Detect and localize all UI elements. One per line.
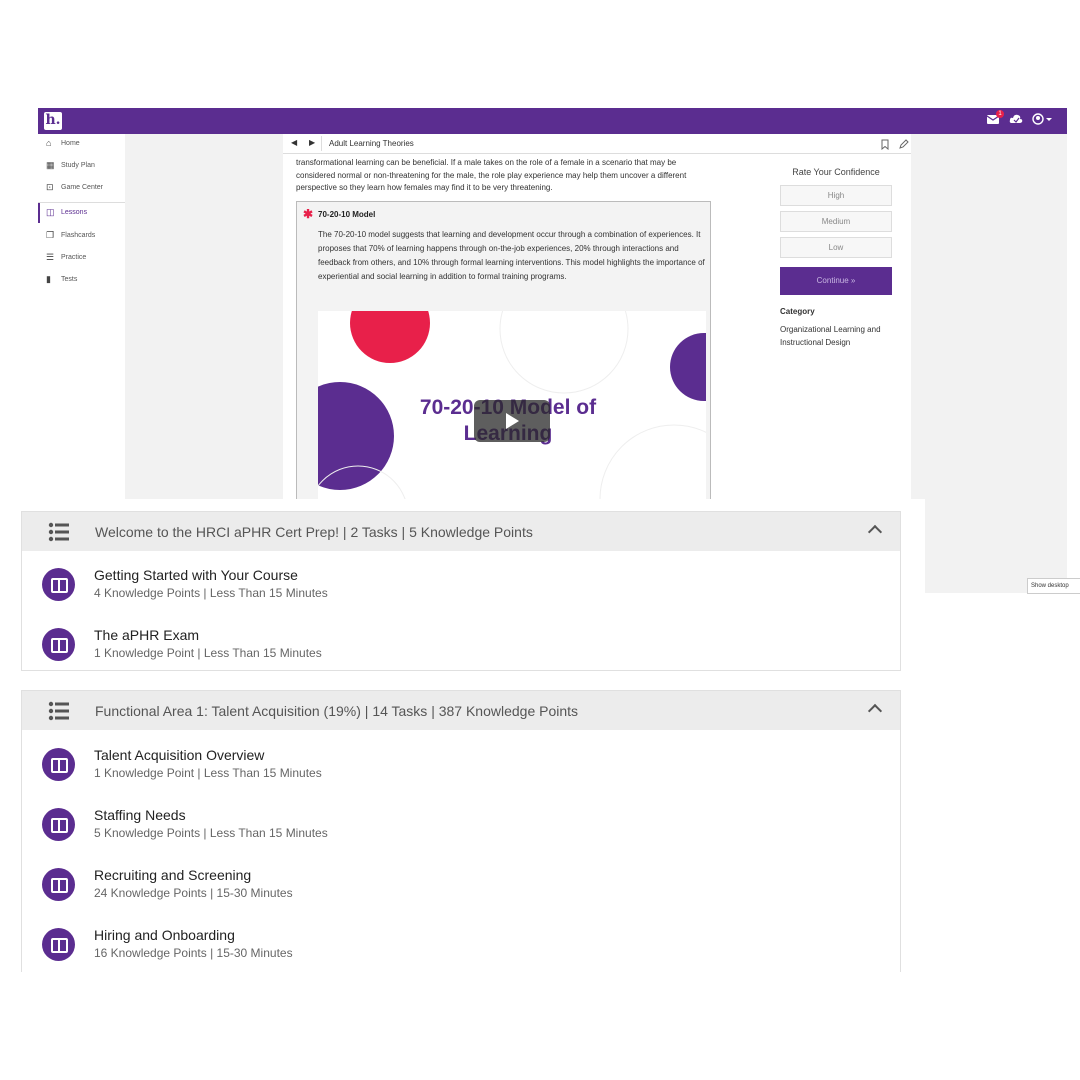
- cloud-sync-icon[interactable]: [1009, 113, 1023, 129]
- continue-button[interactable]: Continue »: [780, 267, 892, 295]
- bookmark-icon[interactable]: [881, 137, 889, 155]
- book-icon: [42, 928, 75, 961]
- flashcards-icon: ❐: [46, 230, 55, 240]
- nav-study-plan[interactable]: ▦ Study Plan: [38, 156, 125, 176]
- confidence-medium-button[interactable]: Medium: [780, 211, 892, 232]
- chevron-up-icon[interactable]: [867, 703, 883, 719]
- calendar-icon: ▦: [46, 160, 55, 170]
- video-player[interactable]: 70-20-10 Model of Learning: [318, 311, 706, 499]
- task-name: Getting Started with Your Course: [94, 567, 298, 583]
- task-name: Hiring and Onboarding: [94, 927, 235, 943]
- task-item[interactable]: Getting Started with Your Course 4 Knowl…: [22, 563, 900, 623]
- task-name: Staffing Needs: [94, 807, 186, 823]
- nav-game-center[interactable]: ⊡ Game Center: [38, 178, 125, 198]
- home-icon: ⌂: [46, 138, 52, 148]
- task-item[interactable]: Recruiting and Screening 24 Knowledge Po…: [22, 863, 900, 923]
- task-meta: 4 Knowledge Points | Less Than 15 Minute…: [94, 586, 328, 600]
- confidence-low-button[interactable]: Low: [780, 237, 892, 258]
- book-icon: [42, 868, 75, 901]
- previous-arrow-icon[interactable]: ◀: [291, 138, 297, 147]
- asterisk-icon: ✱: [303, 207, 314, 221]
- top-bar: h. 1: [38, 108, 1067, 134]
- lesson-paragraph: transformational learning can be benefic…: [296, 158, 687, 192]
- list-icon: [48, 522, 69, 542]
- right-panel-background: [911, 134, 1067, 593]
- play-icon: [506, 413, 519, 429]
- task-meta: 1 Knowledge Point | Less Than 15 Minutes: [94, 646, 322, 660]
- nav-tests[interactable]: ▮ Tests: [38, 270, 125, 290]
- book-icon: [42, 748, 75, 781]
- task-meta: 24 Knowledge Points | 15-30 Minutes: [94, 886, 293, 900]
- next-arrow-icon[interactable]: ▶: [309, 138, 315, 147]
- nav-home[interactable]: ⌂ Home: [38, 134, 125, 154]
- task-name: The aPHR Exam: [94, 627, 200, 643]
- task-name: Talent Acquisition Overview: [94, 747, 265, 763]
- user-account-icon[interactable]: [1032, 113, 1056, 129]
- section-header[interactable]: Welcome to the HRCI aPHR Cert Prep! | 2 …: [22, 512, 900, 551]
- callout-title: 70-20-10 Model: [318, 210, 376, 219]
- confidence-label: Rate Your Confidence: [792, 167, 880, 177]
- practice-icon: ☰: [46, 252, 55, 262]
- notification-badge: 1: [996, 110, 1004, 118]
- section-talent-acquisition: Functional Area 1: Talent Acquisition (1…: [21, 690, 901, 972]
- section-title: Welcome to the HRCI aPHR Cert Prep! | 2 …: [95, 524, 533, 540]
- nav-practice[interactable]: ☰ Practice: [38, 248, 125, 268]
- nav-lessons[interactable]: ◫ Lessons: [38, 203, 127, 223]
- app-logo[interactable]: h.: [44, 112, 62, 130]
- course-outline: Welcome to the HRCI aPHR Cert Prep! | 2 …: [21, 499, 925, 972]
- task-item[interactable]: Talent Acquisition Overview 1 Knowledge …: [22, 743, 900, 803]
- book-icon: [42, 808, 75, 841]
- task-meta: 5 Knowledge Points | Less Than 15 Minute…: [94, 826, 328, 840]
- list-icon: [48, 701, 69, 721]
- side-navigation: ⌂ Home ▦ Study Plan ⊡ Game Center ◫ Less…: [38, 134, 125, 499]
- edit-note-icon[interactable]: [898, 137, 909, 155]
- task-name: Recruiting and Screening: [94, 867, 252, 883]
- lesson-toolbar: ◀ ▶ Adult Learning Theories: [283, 134, 911, 154]
- category-value: Organizational Learning and Instructiona…: [780, 325, 881, 347]
- chevron-up-icon[interactable]: [867, 524, 883, 540]
- book-icon: [42, 568, 75, 601]
- show-desktop-tooltip: Show desktop: [1027, 578, 1080, 594]
- nav-flashcards[interactable]: ❐ Flashcards: [38, 226, 125, 246]
- task-meta: 16 Knowledge Points | 15-30 Minutes: [94, 946, 293, 960]
- task-item[interactable]: Staffing Needs 5 Knowledge Points | Less…: [22, 803, 900, 863]
- book-icon: ◫: [46, 207, 55, 217]
- messages-icon[interactable]: 1: [986, 110, 1004, 129]
- section-welcome: Welcome to the HRCI aPHR Cert Prep! | 2 …: [21, 511, 901, 671]
- category-label: Category: [780, 307, 815, 316]
- task-item[interactable]: Hiring and Onboarding 16 Knowledge Point…: [22, 923, 900, 983]
- task-item[interactable]: The aPHR Exam 1 Knowledge Point | Less T…: [22, 623, 900, 683]
- task-meta: 1 Knowledge Point | Less Than 15 Minutes: [94, 766, 322, 780]
- callout-text: The 70-20-10 model suggests that learnin…: [318, 230, 705, 281]
- toolbar-divider: [321, 136, 322, 151]
- section-header[interactable]: Functional Area 1: Talent Acquisition (1…: [22, 691, 900, 730]
- confidence-high-button[interactable]: High: [780, 185, 892, 206]
- play-button[interactable]: [474, 400, 550, 442]
- lesson-title: Adult Learning Theories: [329, 139, 414, 148]
- section-title: Functional Area 1: Talent Acquisition (1…: [95, 703, 579, 719]
- book-icon: [42, 628, 75, 661]
- game-icon: ⊡: [46, 182, 54, 192]
- clipboard-icon: ▮: [46, 274, 51, 284]
